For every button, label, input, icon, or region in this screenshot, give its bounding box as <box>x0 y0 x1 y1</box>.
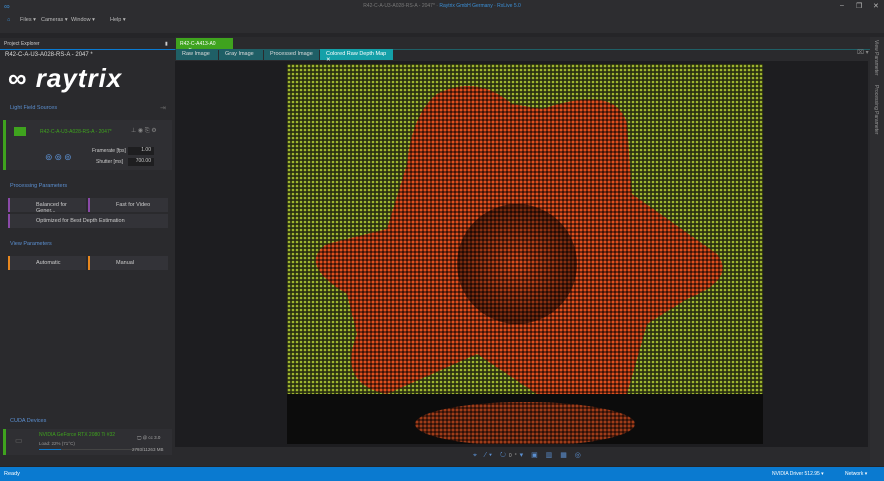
panel-title: Project Explorer <box>4 41 40 47</box>
shutter-input[interactable]: 700.00 <box>128 158 154 166</box>
framerate-label: Framerate [fps] <box>92 148 126 154</box>
gpu-load: Load: 22% (71°C) <box>39 441 75 446</box>
driver-status[interactable]: NVIDIA Driver 512.95 ▾ <box>772 471 824 477</box>
export-icon[interactable]: ⇥ <box>160 104 166 112</box>
menu-files[interactable]: Files ▾ <box>20 17 36 23</box>
tab-processed-image[interactable]: Processed Image <box>264 49 319 60</box>
project-explorer-panel <box>0 38 175 466</box>
gpu-load-bar <box>39 449 139 450</box>
status-bar <box>0 467 884 481</box>
divider <box>0 49 175 50</box>
window-title: R42-C-A-U3-A028-RS-A - 2047* · Raytrix G… <box>363 3 521 9</box>
raytrix-logo: ∞ raytrix <box>8 63 123 93</box>
tab-gray-image[interactable]: Gray Image <box>219 49 263 60</box>
close-button[interactable]: ✕ <box>873 2 879 10</box>
menu-help[interactable]: Help ▾ <box>110 17 126 23</box>
section-cuda: CUDA Devices <box>10 418 47 424</box>
restore-button[interactable]: ❐ <box>856 2 862 10</box>
preset-fast-video[interactable]: Fast for Video <box>88 198 168 212</box>
preset-best-depth[interactable]: Optimized for Best Depth Estimation <box>8 214 168 228</box>
playback-controls[interactable]: ⊚⊚⊚ <box>45 152 74 163</box>
home-icon[interactable]: ⌂ <box>7 17 10 23</box>
menu-bar <box>0 13 884 33</box>
project-name: R42-C-A-U3-A028-RS-A - 2047 * <box>5 52 93 58</box>
tab-raw-image[interactable]: Raw Image <box>176 49 218 60</box>
section-view-params: View Parameters <box>10 241 52 247</box>
depth-map-image[interactable] <box>287 64 763 444</box>
dock-processing-parameter[interactable]: Processing Parameter <box>873 85 879 134</box>
gpu-compute: 🖵 @ cc 3.0 <box>137 435 161 440</box>
status-text: Ready <box>4 471 20 477</box>
viewer-toolbar[interactable]: ⌖ ⁄▾ ↻0°▾ ▣ ▥ ▦ ◎ <box>473 451 584 460</box>
camera-actions-icon[interactable]: ⊥ ◉ ⎘ ⚙ <box>131 127 157 135</box>
view-automatic[interactable]: Automatic <box>8 256 86 270</box>
preset-balanced[interactable]: Balanced for Gener... <box>8 198 86 214</box>
tab-colored-raw-depth-map[interactable]: Colored Raw Depth Map ✕ <box>320 49 393 63</box>
network-status[interactable]: Network ▾ <box>845 471 867 477</box>
menu-cameras[interactable]: Cameras ▾ <box>41 17 68 23</box>
camera-icon <box>14 127 26 136</box>
shutter-label: Shutter [ms] <box>96 159 123 165</box>
menu-window[interactable]: Window ▾ <box>71 17 95 23</box>
view-manual[interactable]: Manual <box>88 256 168 270</box>
depth-map-graphic <box>287 64 763 444</box>
section-light-field: Light Field Sources <box>10 105 58 111</box>
gpu-name: NVIDIA GeForce RTX 2080 Ti #32 <box>39 432 116 438</box>
dock-view-parameter[interactable]: View Parameter <box>873 40 879 75</box>
camera-name: R42-C-A-U3-A028-RS-A - 2047* <box>40 129 112 135</box>
framerate-input[interactable]: 1.00 <box>128 147 154 155</box>
pin-icon[interactable]: ▮ <box>165 41 168 47</box>
document-tab[interactable]: R42-C-A413-A0 ✕ <box>176 38 233 53</box>
gpu-memory: 2793/11263 MB <box>132 447 164 452</box>
minimize-button[interactable]: – <box>840 2 844 9</box>
section-processing: Processing Parameters <box>10 183 68 189</box>
gpu-icon: ▭ <box>15 436 23 445</box>
close-all-icon[interactable]: ⌧ ▾ <box>857 49 869 56</box>
